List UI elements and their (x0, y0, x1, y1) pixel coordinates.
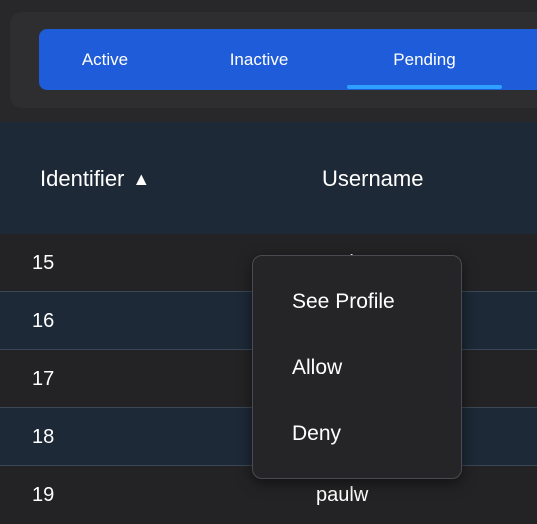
table-header: Identifier ▲ Username (0, 122, 537, 234)
tab-inactive[interactable]: Inactive (214, 29, 304, 90)
selected-tab-indicator (347, 85, 502, 89)
tab-active[interactable]: Active (64, 29, 146, 90)
tab-bar: Active Inactive Pending (39, 29, 537, 90)
column-header-username[interactable]: Username (322, 122, 423, 234)
row-identifier: 18 (32, 426, 55, 448)
row-identifier: 15 (32, 252, 55, 274)
menu-item-deny[interactable]: Deny (253, 409, 461, 459)
menu-item-allow[interactable]: Allow (253, 343, 461, 393)
sort-ascending-icon: ▲ (132, 169, 151, 189)
row-identifier: 16 (32, 310, 55, 332)
row-context-menu: See Profile Allow Deny (252, 255, 462, 479)
row-identifier: 19 (32, 484, 55, 506)
menu-item-see-profile[interactable]: See Profile (253, 277, 461, 327)
row-identifier: 17 (32, 368, 55, 390)
column-header-identifier-label: Identifier (40, 166, 125, 191)
column-header-identifier[interactable]: Identifier ▲ (40, 122, 150, 234)
tab-pending[interactable]: Pending (347, 29, 502, 90)
